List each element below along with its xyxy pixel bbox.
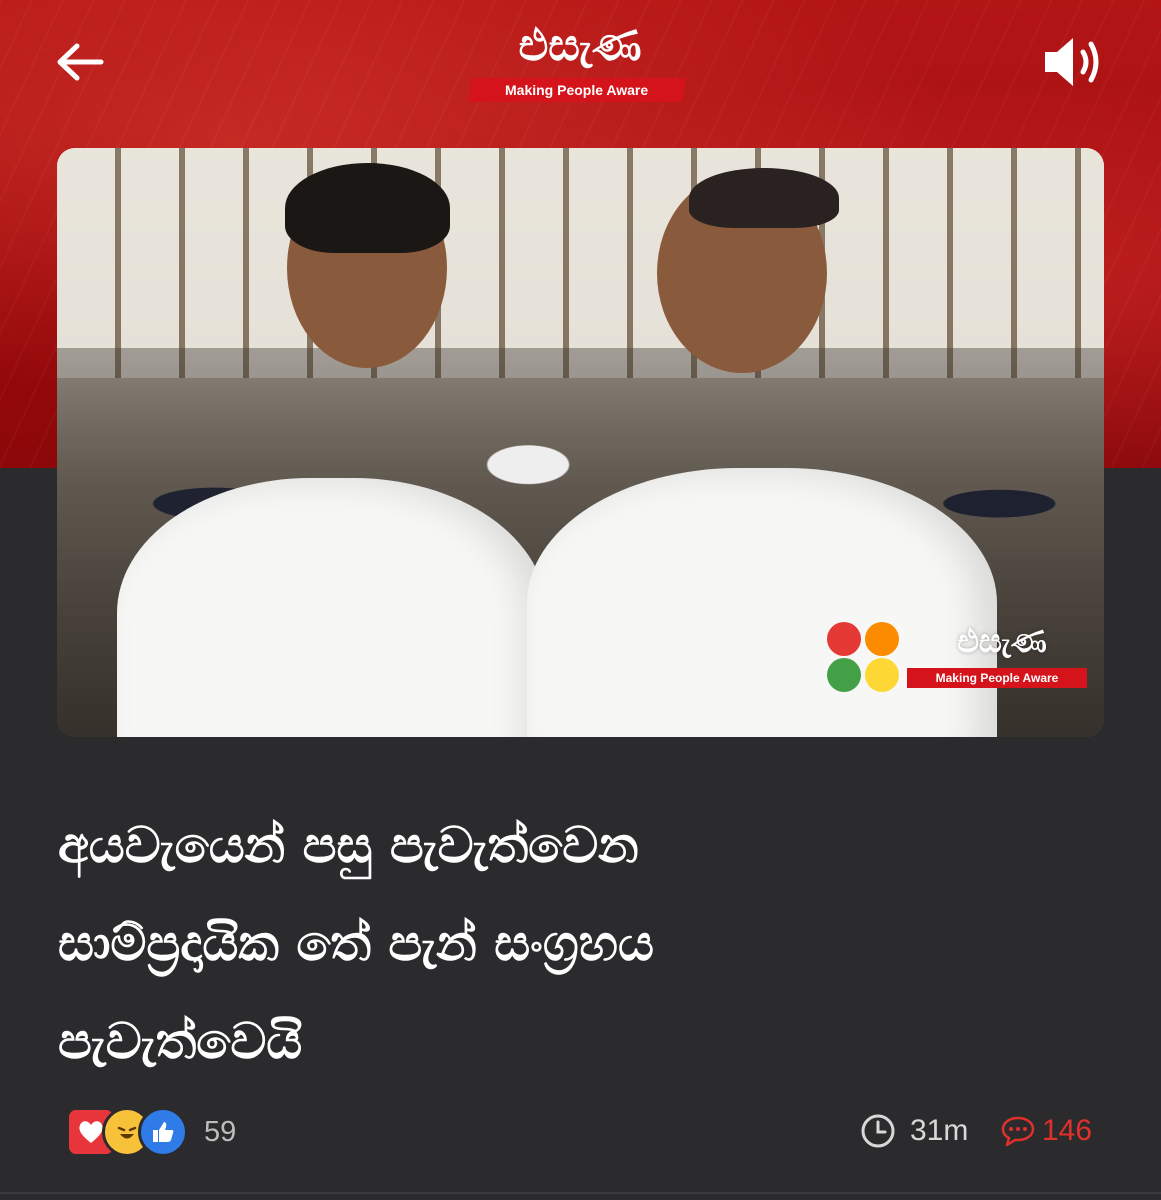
headline-line: සාම්ප්‍රදායික තේ පැන් සංග්‍රහය (58, 914, 654, 972)
watermark-dots-icon (827, 622, 901, 696)
headline-line: අයවැයෙන් පසු පැවැත්වෙන (58, 816, 639, 874)
image-hair-right (689, 168, 839, 228)
watermark-dot (827, 658, 861, 692)
brand-logo: එසැණ Making People Aware (456, 14, 706, 106)
watermark-brand-name: එසැණ (957, 622, 1047, 660)
image-watermark: එසැණ Making People Aware (827, 618, 1097, 693)
image-person-right (527, 468, 997, 737)
top-bar: එසැණ Making People Aware (0, 0, 1161, 120)
article-image[interactable]: එසැණ Making People Aware (57, 148, 1104, 737)
headline-line: පැවැත්වෙයි (58, 1012, 303, 1070)
comments-button[interactable]: 146 (1000, 1110, 1092, 1152)
back-button[interactable] (50, 34, 110, 90)
reaction-count: 59 (204, 1115, 237, 1148)
brand-name: එසැණ (518, 20, 642, 71)
bottom-divider (0, 1192, 1161, 1194)
article-headline[interactable]: අයවැයෙන් පසු පැවැත්වෙන සාම්ප්‍රදායික තේ … (58, 796, 1108, 1090)
time-ago-text: 31m (910, 1114, 969, 1147)
image-hair-left (285, 163, 450, 253)
speaker-button[interactable] (1036, 28, 1112, 96)
comment-icon (1001, 1116, 1035, 1147)
watermark-tagline: Making People Aware (907, 668, 1087, 688)
arrow-left-icon (57, 43, 104, 81)
speaker-icon (1045, 38, 1099, 86)
comment-count: 146 (1042, 1114, 1093, 1147)
reactions-summary[interactable]: 59 (66, 1104, 236, 1160)
clock-icon (861, 1114, 895, 1148)
like-reaction-icon (138, 1107, 188, 1157)
watermark-dot (827, 622, 861, 656)
publish-time: 31m (860, 1110, 968, 1152)
watermark-dot (865, 622, 899, 656)
watermark-dot (865, 658, 899, 692)
image-background-windows (57, 148, 1104, 378)
image-person-left (117, 478, 547, 737)
brand-tagline: Making People Aware (468, 78, 686, 102)
